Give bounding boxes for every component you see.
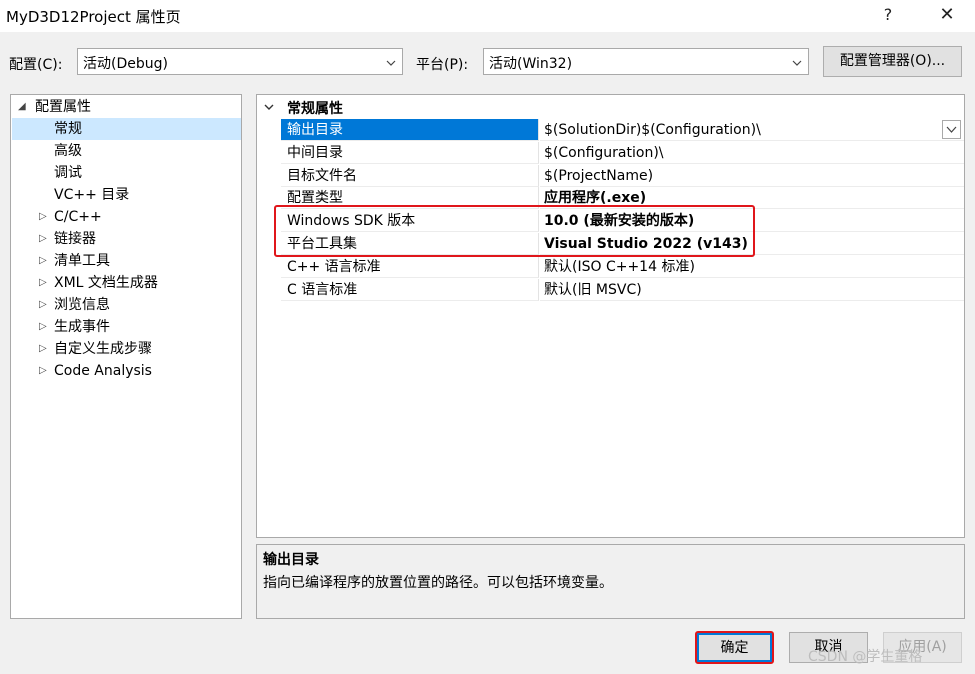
tree-item-label: 清单工具 xyxy=(54,253,110,269)
category-label: 常规属性 xyxy=(287,101,343,117)
tree-item-label: XML 文档生成器 xyxy=(54,275,158,291)
tree-item-label: VC++ 目录 xyxy=(54,187,130,203)
tree-root-label: 配置属性 xyxy=(35,99,91,115)
property-row-target-name[interactable]: 目标文件名 $(ProjectName) xyxy=(281,165,964,188)
platform-dropdown[interactable]: 活动(Win32) xyxy=(483,48,809,75)
tree-item-label: 常规 xyxy=(54,121,82,137)
expand-arrow-icon[interactable]: ▷ xyxy=(39,206,47,228)
highlight-box xyxy=(274,205,755,257)
tree-item-label: 高级 xyxy=(54,143,82,159)
description-panel: 输出目录 指向已编译程序的放置位置的路径。可以包括环境变量。 xyxy=(256,544,965,619)
chevron-down-icon xyxy=(946,126,957,133)
tree-item-label: 自定义生成步骤 xyxy=(54,341,152,357)
chevron-down-icon[interactable] xyxy=(263,101,275,113)
platform-value: 活动(Win32) xyxy=(489,56,573,72)
property-name: C++ 语言标准 xyxy=(281,256,539,278)
tree-item-code-analysis[interactable]: ▷ Code Analysis xyxy=(11,360,241,382)
description-text: 指向已编译程序的放置位置的路径。可以包括环境变量。 xyxy=(263,575,613,591)
expand-arrow-icon[interactable]: ▷ xyxy=(39,250,47,272)
expand-arrow-icon[interactable]: ▷ xyxy=(39,272,47,294)
config-manager-button[interactable]: 配置管理器(O)... xyxy=(823,46,962,77)
tree-item-label: C/C++ xyxy=(54,209,102,225)
property-value[interactable]: $(Configuration)\ xyxy=(540,142,964,164)
expand-arrow-icon[interactable]: ▷ xyxy=(39,228,47,250)
property-row-output-dir[interactable]: 输出目录 $(SolutionDir)$(Configuration)\ xyxy=(281,119,964,142)
config-value: 活动(Debug) xyxy=(83,56,168,72)
expand-arrow-icon[interactable]: ▷ xyxy=(39,360,47,382)
tree-item-general[interactable]: 常规 xyxy=(12,118,241,140)
property-name: C 语言标准 xyxy=(281,279,539,301)
property-value[interactable]: $(SolutionDir)$(Configuration)\ xyxy=(540,119,964,141)
tree-item-label: 生成事件 xyxy=(54,319,110,335)
tree-item-debugging[interactable]: 调试 xyxy=(11,162,241,184)
expand-arrow-icon[interactable]: ▷ xyxy=(39,294,47,316)
help-button[interactable]: ? xyxy=(866,0,910,30)
config-dropdown[interactable]: 活动(Debug) xyxy=(77,48,403,75)
tree-item-label: 链接器 xyxy=(54,231,96,247)
expand-arrow-icon[interactable]: ▷ xyxy=(39,316,47,338)
category-header[interactable]: 常规属性 xyxy=(257,97,964,117)
watermark: CSDN @学生董格 xyxy=(808,649,923,665)
property-value[interactable]: 默认(ISO C++14 标准) xyxy=(540,256,964,278)
collapse-arrow-icon[interactable]: ◢ xyxy=(18,96,26,118)
tree-root[interactable]: ◢ 配置属性 xyxy=(11,96,241,118)
property-value[interactable]: 默认(旧 MSVC) xyxy=(540,279,964,301)
window-title: MyD3D12Project 属性页 xyxy=(6,8,181,26)
platform-label: 平台(P): xyxy=(416,57,469,73)
tree-item-custom-build-step[interactable]: ▷ 自定义生成步骤 xyxy=(11,338,241,360)
tree-item-label: 调试 xyxy=(54,165,82,181)
value-dropdown-button[interactable] xyxy=(942,120,961,139)
tree-item-build-events[interactable]: ▷ 生成事件 xyxy=(11,316,241,338)
property-name: 输出目录 xyxy=(281,119,539,141)
tree-item-cpp[interactable]: ▷ C/C++ xyxy=(11,206,241,228)
property-tree: ◢ 配置属性 常规 高级 调试 VC++ 目录 ▷ C/C++ ▷ 链接器 ▷ … xyxy=(10,94,242,619)
title-bar: MyD3D12Project 属性页 ? ✕ xyxy=(0,0,975,32)
chevron-down-icon xyxy=(386,60,396,66)
tree-item-vc-directories[interactable]: VC++ 目录 xyxy=(11,184,241,206)
property-row-intermediate-dir[interactable]: 中间目录 $(Configuration)\ xyxy=(281,142,964,165)
close-button[interactable]: ✕ xyxy=(925,0,969,30)
highlight-box-ok xyxy=(695,631,774,664)
expand-arrow-icon[interactable]: ▷ xyxy=(39,338,47,360)
config-label: 配置(C): xyxy=(9,57,63,73)
property-grid: 常规属性 输出目录 $(SolutionDir)$(Configuration)… xyxy=(256,94,965,538)
property-row-c-standard[interactable]: C 语言标准 默认(旧 MSVC) xyxy=(281,279,964,302)
chevron-down-icon xyxy=(792,60,802,66)
property-name: 目标文件名 xyxy=(281,165,539,187)
property-row-cpp-standard[interactable]: C++ 语言标准 默认(ISO C++14 标准) xyxy=(281,256,964,279)
tree-item-manifest-tool[interactable]: ▷ 清单工具 xyxy=(11,250,241,272)
tree-item-linker[interactable]: ▷ 链接器 xyxy=(11,228,241,250)
property-value[interactable]: $(ProjectName) xyxy=(540,165,964,187)
tree-item-browse-info[interactable]: ▷ 浏览信息 xyxy=(11,294,241,316)
tree-item-label: 浏览信息 xyxy=(54,297,110,313)
description-title: 输出目录 xyxy=(263,552,319,568)
property-name: 中间目录 xyxy=(281,142,539,164)
tree-item-xml-doc-generator[interactable]: ▷ XML 文档生成器 xyxy=(11,272,241,294)
tree-item-label: Code Analysis xyxy=(54,363,152,379)
tree-item-advanced[interactable]: 高级 xyxy=(11,140,241,162)
